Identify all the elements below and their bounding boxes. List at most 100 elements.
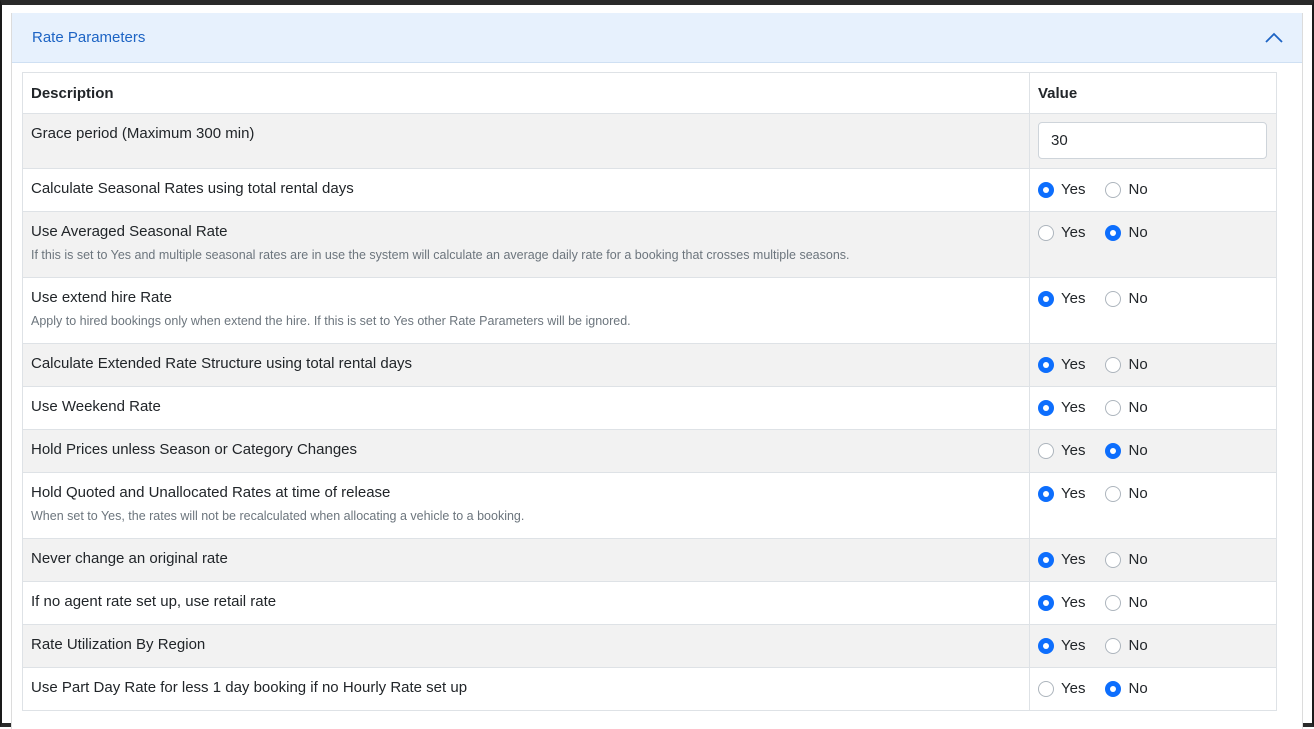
row-value: Yes No (1029, 343, 1277, 387)
radio-option-no[interactable]: No (1105, 551, 1148, 568)
table-row: Hold Quoted and Unallocated Rates at tim… (22, 472, 1277, 539)
row-description: Use Averaged Seasonal Rate If this is set… (22, 211, 1030, 278)
grace-period-input[interactable] (1038, 122, 1267, 159)
radio-option-yes[interactable]: Yes (1038, 485, 1085, 502)
radio-option-yes[interactable]: Yes (1038, 680, 1085, 697)
row-label: Hold Prices unless Season or Category Ch… (31, 441, 358, 458)
radio-option-no[interactable]: No (1105, 680, 1148, 697)
radio-label-yes: Yes (1061, 680, 1086, 697)
row-value: Yes No (1029, 581, 1277, 625)
radio-no[interactable] (1105, 551, 1122, 568)
radio-label-yes: Yes (1061, 181, 1086, 198)
row-description: Rate Utilization By Region (22, 624, 1030, 668)
row-description: Hold Prices unless Season or Category Ch… (22, 429, 1030, 473)
row-label: Use extend hire Rate (31, 289, 172, 306)
row-label: Grace period (Maximum 300 min) (31, 125, 255, 142)
radio-label-no: No (1128, 680, 1148, 697)
panel-title: Rate Parameters (32, 29, 146, 46)
row-description: Calculate Seasonal Rates using total ren… (22, 168, 1030, 212)
radio-no[interactable] (1105, 181, 1122, 198)
table-row: Rate Utilization By Region Yes No (22, 624, 1277, 668)
radio-no[interactable] (1105, 637, 1122, 654)
radio-yes[interactable] (1038, 551, 1054, 568)
row-value: Yes No (1029, 211, 1277, 278)
yes-no-radio-group: Yes No (1038, 224, 1268, 241)
radio-label-no: No (1128, 594, 1148, 611)
radio-yes[interactable] (1038, 290, 1054, 307)
row-label: Use Averaged Seasonal Rate (31, 223, 228, 240)
table-row: Never change an original rate Yes No (22, 538, 1277, 582)
radio-option-yes[interactable]: Yes (1038, 224, 1085, 241)
radio-option-no[interactable]: No (1105, 181, 1148, 198)
radio-option-yes[interactable]: Yes (1038, 637, 1085, 654)
row-description: Use extend hire Rate Apply to hired booki… (22, 277, 1030, 344)
yes-no-radio-group: Yes No (1038, 290, 1268, 307)
row-label: Calculate Extended Rate Structure using … (31, 355, 413, 372)
radio-label-no: No (1128, 442, 1148, 459)
row-description: Grace period (Maximum 300 min) (22, 113, 1030, 169)
radio-option-yes[interactable]: Yes (1038, 442, 1085, 459)
row-label: If no agent rate set up, use retail rate (31, 593, 277, 610)
radio-yes[interactable] (1038, 594, 1054, 611)
radio-label-no: No (1128, 290, 1148, 307)
chevron-up-icon[interactable] (1264, 28, 1284, 48)
radio-label-no: No (1128, 224, 1148, 241)
radio-label-yes: Yes (1061, 594, 1086, 611)
radio-label-yes: Yes (1061, 290, 1086, 307)
radio-label-no: No (1128, 485, 1148, 502)
row-description: Never change an original rate (22, 538, 1030, 582)
radio-option-yes[interactable]: Yes (1038, 551, 1085, 568)
row-label: Hold Quoted and Unallocated Rates at tim… (31, 484, 391, 501)
radio-no[interactable] (1105, 224, 1122, 241)
radio-yes[interactable] (1038, 356, 1054, 373)
radio-yes[interactable] (1038, 680, 1054, 697)
radio-label-yes: Yes (1061, 442, 1086, 459)
panel-header[interactable]: Rate Parameters (12, 13, 1302, 63)
radio-label-yes: Yes (1061, 224, 1086, 241)
radio-yes[interactable] (1038, 442, 1054, 459)
radio-option-no[interactable]: No (1105, 442, 1148, 459)
radio-yes[interactable] (1038, 224, 1054, 241)
radio-option-no[interactable]: No (1105, 290, 1148, 307)
radio-no[interactable] (1105, 290, 1122, 307)
radio-no[interactable] (1105, 399, 1122, 416)
rate-parameters-table: Description Value Grace period (Maximum … (22, 72, 1277, 711)
radio-yes[interactable] (1038, 485, 1054, 502)
table-row: Use Averaged Seasonal Rate If this is set… (22, 211, 1277, 278)
radio-option-yes[interactable]: Yes (1038, 290, 1085, 307)
yes-no-radio-group: Yes No (1038, 594, 1268, 611)
yes-no-radio-group: Yes No (1038, 356, 1268, 373)
row-label: Use Weekend Rate (31, 398, 161, 415)
row-value: Yes No (1029, 667, 1277, 711)
radio-no[interactable] (1105, 680, 1122, 697)
row-value: Yes No (1029, 168, 1277, 212)
table-row: Calculate Seasonal Rates using total ren… (22, 168, 1277, 212)
radio-no[interactable] (1105, 356, 1122, 373)
radio-option-no[interactable]: No (1105, 224, 1148, 241)
radio-option-no[interactable]: No (1105, 594, 1148, 611)
radio-no[interactable] (1105, 485, 1122, 502)
row-help-text: If this is set to Yes and multiple seaso… (31, 248, 850, 262)
radio-option-no[interactable]: No (1105, 399, 1148, 416)
radio-option-no[interactable]: No (1105, 356, 1148, 373)
table-row: Use extend hire Rate Apply to hired booki… (22, 277, 1277, 344)
yes-no-radio-group: Yes No (1038, 485, 1268, 502)
table-row: Use Part Day Rate for less 1 day booking… (22, 667, 1277, 711)
table-row: Calculate Extended Rate Structure using … (22, 343, 1277, 387)
row-help-text: When set to Yes, the rates will not be r… (31, 509, 525, 523)
radio-label-yes: Yes (1061, 637, 1086, 654)
radio-no[interactable] (1105, 442, 1122, 459)
radio-option-yes[interactable]: Yes (1038, 399, 1085, 416)
radio-option-no[interactable]: No (1105, 637, 1148, 654)
radio-option-yes[interactable]: Yes (1038, 181, 1085, 198)
radio-option-no[interactable]: No (1105, 485, 1148, 502)
radio-label-yes: Yes (1061, 551, 1086, 568)
radio-no[interactable] (1105, 594, 1122, 611)
radio-yes[interactable] (1038, 637, 1054, 654)
radio-option-yes[interactable]: Yes (1038, 356, 1085, 373)
radio-yes[interactable] (1038, 399, 1054, 416)
row-value: Yes No (1029, 277, 1277, 344)
table-row-grace-period: Grace period (Maximum 300 min) (22, 113, 1277, 169)
radio-option-yes[interactable]: Yes (1038, 594, 1085, 611)
radio-yes[interactable] (1038, 181, 1054, 198)
